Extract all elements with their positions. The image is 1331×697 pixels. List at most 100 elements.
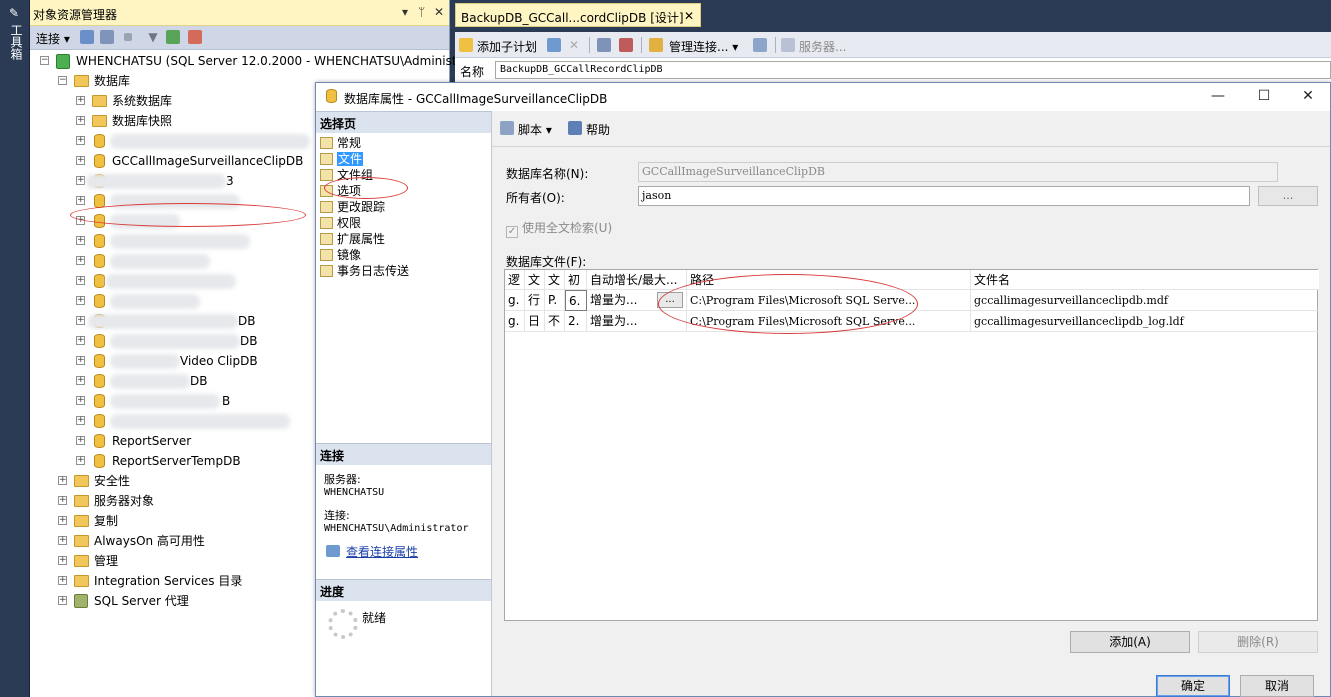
report-icon[interactable] bbox=[753, 38, 767, 52]
tree-node-database[interactable]: + bbox=[76, 411, 316, 431]
expand-icon[interactable]: + bbox=[76, 96, 85, 105]
cell-initial-size[interactable]: 2. bbox=[565, 311, 587, 332]
owner-browse-button[interactable]: ... bbox=[1258, 186, 1318, 206]
manage-connections-icon[interactable] bbox=[649, 38, 663, 52]
expand-icon[interactable]: + bbox=[76, 456, 85, 465]
tree-node-database[interactable]: + bbox=[76, 131, 316, 151]
cell-initial-size[interactable]: 6. bbox=[565, 290, 587, 311]
tree-node-database[interactable]: + bbox=[76, 251, 316, 271]
delete-file-button[interactable]: 删除(R) bbox=[1198, 631, 1318, 653]
tree-node-database[interactable]: + DB bbox=[76, 371, 316, 391]
close-icon[interactable]: ✕ bbox=[1298, 88, 1318, 104]
expand-icon[interactable]: + bbox=[76, 136, 85, 145]
expand-icon[interactable]: + bbox=[76, 376, 85, 385]
grid-header-filegroup[interactable]: 文 bbox=[545, 270, 565, 290]
page-item-general[interactable]: 常规 bbox=[320, 135, 361, 151]
page-item-files[interactable]: 文件 bbox=[320, 151, 364, 167]
expand-icon[interactable]: + bbox=[76, 196, 85, 205]
expand-icon[interactable]: + bbox=[58, 536, 67, 545]
expand-icon[interactable]: + bbox=[58, 596, 67, 605]
add-file-button[interactable]: 添加(A) bbox=[1070, 631, 1190, 653]
dropdown-arrow-icon[interactable]: ▾ bbox=[402, 5, 408, 19]
expand-icon[interactable]: + bbox=[76, 256, 85, 265]
pin-icon[interactable]: ᛘ bbox=[418, 5, 425, 19]
grid-header-filename[interactable]: 文件名 bbox=[971, 270, 1319, 290]
stop-icon[interactable] bbox=[124, 33, 132, 41]
expand-icon[interactable]: + bbox=[58, 576, 67, 585]
expand-icon[interactable]: + bbox=[76, 156, 85, 165]
delete-icon[interactable]: ✕ bbox=[569, 38, 579, 52]
tree-node-database[interactable]: + bbox=[76, 291, 316, 311]
edit-icon[interactable] bbox=[547, 38, 561, 52]
cell-file-type[interactable]: 行 bbox=[525, 290, 545, 311]
script-icon[interactable] bbox=[500, 121, 514, 135]
cell-filegroup[interactable]: 不 bbox=[545, 311, 565, 332]
minimize-icon[interactable]: — bbox=[1208, 88, 1228, 104]
expand-icon[interactable]: + bbox=[76, 276, 85, 285]
expand-icon[interactable]: + bbox=[76, 236, 85, 245]
expand-icon[interactable]: + bbox=[76, 116, 85, 125]
cell-logical[interactable]: g. bbox=[505, 290, 525, 311]
expand-icon[interactable]: + bbox=[76, 316, 85, 325]
grid-header-file-type[interactable]: 文 bbox=[525, 270, 545, 290]
collapse-icon[interactable]: − bbox=[58, 76, 67, 85]
tree-node-database[interactable]: + DB bbox=[76, 331, 316, 351]
plan-name-field[interactable]: BackupDB_GCCallRecordClipDB bbox=[495, 61, 1331, 79]
expand-icon[interactable]: + bbox=[58, 556, 67, 565]
servers-icon[interactable] bbox=[781, 38, 795, 52]
owner-field[interactable]: jason bbox=[638, 186, 1250, 206]
cell-file-type[interactable]: 日 bbox=[525, 311, 545, 332]
ok-button[interactable]: 确定 bbox=[1156, 675, 1230, 697]
collapse-icon[interactable]: − bbox=[40, 56, 49, 65]
disconnect-icon[interactable] bbox=[100, 30, 114, 44]
page-item-log-shipping[interactable]: 事务日志传送 bbox=[320, 263, 409, 279]
filter-icon[interactable]: ▼ bbox=[146, 30, 160, 44]
script-button[interactable]: 脚本 ▾ bbox=[518, 121, 552, 138]
expand-icon[interactable]: + bbox=[76, 396, 85, 405]
grid-header-logical[interactable]: 逻 bbox=[505, 270, 525, 290]
view-connection-properties-link[interactable]: 查看连接属性 bbox=[346, 543, 418, 560]
remove-grid-icon[interactable] bbox=[619, 38, 633, 52]
add-subplan-icon[interactable] bbox=[459, 38, 473, 52]
cell-filename[interactable]: gccallimagesurveillanceclipdb_log.ldf bbox=[971, 311, 1319, 332]
page-item-permissions[interactable]: 权限 bbox=[320, 215, 361, 231]
help-icon[interactable] bbox=[568, 121, 582, 135]
expand-icon[interactable]: + bbox=[76, 436, 85, 445]
page-item-extended-properties[interactable]: 扩展属性 bbox=[320, 231, 385, 247]
connect-icon[interactable] bbox=[80, 30, 94, 44]
refresh-icon[interactable] bbox=[166, 30, 180, 44]
page-item-change-tracking[interactable]: 更改跟踪 bbox=[320, 199, 385, 215]
expand-icon[interactable]: + bbox=[76, 416, 85, 425]
toolbox-strip[interactable]: ✎ 工具箱 bbox=[0, 0, 30, 697]
servers-button[interactable]: 服务器... bbox=[799, 38, 846, 55]
tree-node-database[interactable]: + DB bbox=[76, 311, 316, 331]
manage-connections-button[interactable]: 管理连接... ▾ bbox=[669, 38, 738, 55]
close-icon[interactable]: ✕ bbox=[434, 5, 444, 19]
expand-icon[interactable]: + bbox=[76, 336, 85, 345]
database-files-grid[interactable]: 逻 文 文 初 自动增长/最大... 路径 文件名 g. 行 P. 6. 增量为… bbox=[504, 269, 1319, 621]
grid-header-initial-size[interactable]: 初 bbox=[565, 270, 587, 290]
tree-node-database[interactable]: + bbox=[76, 231, 316, 251]
expand-icon[interactable]: + bbox=[76, 296, 85, 305]
expand-icon[interactable]: + bbox=[76, 176, 85, 185]
expand-icon[interactable]: + bbox=[58, 516, 67, 525]
close-icon[interactable]: ✕ bbox=[684, 9, 694, 23]
expand-icon[interactable]: + bbox=[76, 356, 85, 365]
grid-icon[interactable] bbox=[597, 38, 611, 52]
help-button[interactable]: 帮助 bbox=[586, 121, 610, 138]
page-item-mirroring[interactable]: 镜像 bbox=[320, 247, 361, 263]
grid-header-autogrowth[interactable]: 自动增长/最大... bbox=[587, 270, 687, 290]
tree-node-database[interactable]: + Video ClipDB bbox=[76, 351, 316, 371]
maximize-icon[interactable]: ☐ bbox=[1254, 88, 1274, 104]
toolbox-label[interactable]: 工具箱 bbox=[7, 24, 23, 60]
cell-filename[interactable]: gccallimagesurveillanceclipdb.mdf bbox=[971, 290, 1319, 311]
tree-node-database[interactable]: + 3 bbox=[76, 171, 316, 191]
cancel-button[interactable]: 取消 bbox=[1240, 675, 1314, 697]
cell-filegroup[interactable]: P. bbox=[545, 290, 565, 311]
add-subplan-button[interactable]: 添加子计划 bbox=[477, 38, 537, 55]
tree-node-database[interactable]: + B bbox=[76, 391, 316, 411]
connect-button[interactable]: 连接 ▾ bbox=[36, 30, 70, 47]
activity-monitor-icon[interactable] bbox=[188, 30, 202, 44]
expand-icon[interactable]: + bbox=[58, 476, 67, 485]
tree-node-database[interactable]: + bbox=[76, 271, 316, 291]
